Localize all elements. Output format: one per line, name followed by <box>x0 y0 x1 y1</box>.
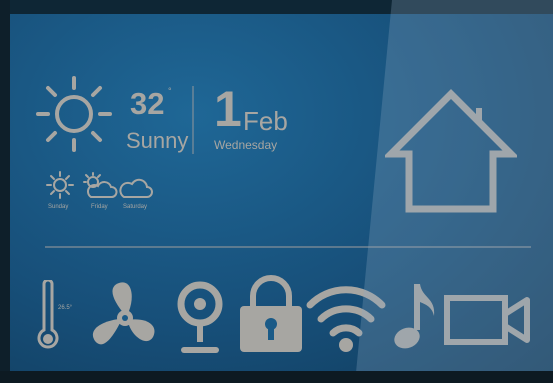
bottom-bezel <box>0 371 553 383</box>
forecast-label-1: Sunday <box>48 204 69 210</box>
lock-icon[interactable] <box>236 274 306 356</box>
date-month: Feb <box>243 106 288 136</box>
degree-mark: ° <box>168 86 172 96</box>
webcam-icon[interactable] <box>172 280 228 356</box>
temperature-value: 32 <box>130 86 165 121</box>
forecast-label-3: Saturday <box>123 204 148 210</box>
forecast-sun-cloud-icon <box>82 172 118 200</box>
weather-condition: Sunny <box>126 128 189 153</box>
date-day: 1 <box>214 81 242 137</box>
forecast-sun-icon <box>46 171 74 199</box>
left-bezel <box>0 0 10 383</box>
forecast-cloud-icon <box>118 172 154 200</box>
fan-icon[interactable] <box>91 281 159 355</box>
date-weekday: Wednesday <box>214 138 278 152</box>
vertical-divider <box>192 86 194 154</box>
thermometer-icon[interactable] <box>36 280 60 354</box>
forecast-label-2: Friday <box>91 204 108 210</box>
smart-home-panel: 32 ° Sunny 1 Feb Wednesday Sunday Friday… <box>0 0 553 383</box>
thermometer-label: 26.5° <box>58 305 73 311</box>
sun-icon <box>36 74 112 154</box>
